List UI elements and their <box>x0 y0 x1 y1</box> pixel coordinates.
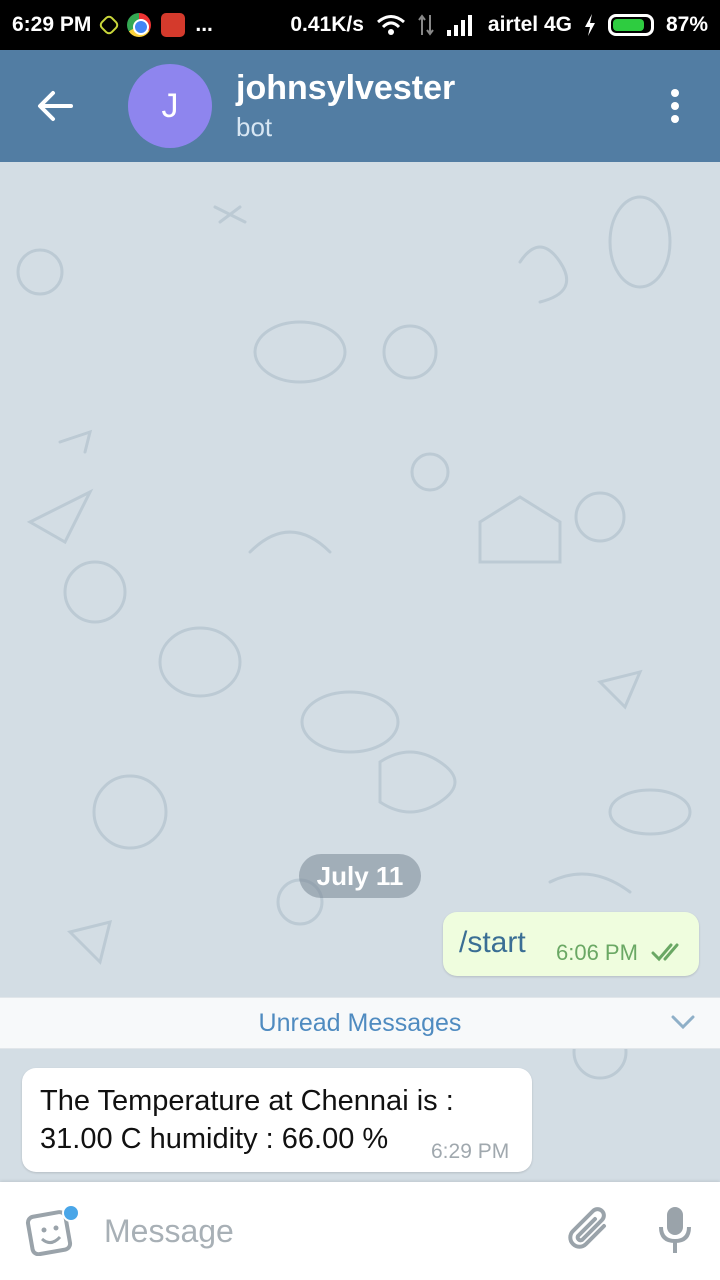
back-arrow-icon <box>38 91 73 121</box>
app-notification-icon <box>98 13 121 37</box>
battery-fill <box>612 19 645 31</box>
network-speed: 0.41K/s <box>290 13 364 36</box>
paperclip-icon <box>568 1207 606 1249</box>
sticker-badge <box>62 1204 80 1222</box>
message-input[interactable]: Message <box>100 1213 550 1250</box>
carrier-label: airtel 4G <box>487 13 572 36</box>
chrome-icon <box>127 13 152 37</box>
chat-title-block[interactable]: johnsylvester bot <box>236 69 455 143</box>
unread-messages-label: Unread Messages <box>258 1008 462 1037</box>
chat-area[interactable]: July 11 /start 6:06 PM Unread Messages T… <box>0 162 720 1182</box>
status-bar: 6:29 PM ... 0.41K/s airtel 4G 87% <box>0 0 720 50</box>
app-icon <box>161 13 186 37</box>
attach-button[interactable] <box>550 1182 630 1280</box>
sticker-button[interactable] <box>0 1182 100 1280</box>
outgoing-message[interactable]: /start 6:06 PM <box>443 912 699 976</box>
chat-header: J johnsylvester bot <box>0 50 720 162</box>
back-button[interactable] <box>0 50 110 162</box>
data-arrows-icon <box>418 14 434 36</box>
chat-title: johnsylvester <box>236 69 456 107</box>
battery-percent: 87% <box>665 13 708 36</box>
wifi-icon <box>376 15 405 35</box>
outgoing-message-time: 6:06 PM <box>556 940 638 965</box>
incoming-message[interactable]: The Temperature at Chennai is : 31.00 C … <box>22 1068 532 1172</box>
microphone-icon <box>659 1207 691 1253</box>
more-options-button[interactable] <box>630 50 720 162</box>
chat-subtitle: bot <box>236 112 273 142</box>
message-composer: Message <box>0 1182 720 1280</box>
more-notifications: ... <box>195 13 213 36</box>
more-vert-icon <box>671 89 679 123</box>
incoming-message-time: 6:29 PM <box>431 1140 510 1163</box>
signal-icon <box>446 15 472 36</box>
date-divider: July 11 <box>299 854 421 898</box>
unread-messages-divider: Unread Messages <box>0 997 720 1049</box>
outgoing-message-text: /start <box>459 926 526 959</box>
status-time: 6:29 PM <box>12 13 92 36</box>
voice-button[interactable] <box>630 1182 720 1280</box>
avatar[interactable]: J <box>128 64 212 148</box>
chevron-down-icon[interactable] <box>670 1012 696 1032</box>
charging-icon <box>584 14 595 36</box>
double-check-icon <box>651 943 679 962</box>
battery-icon <box>607 14 654 36</box>
